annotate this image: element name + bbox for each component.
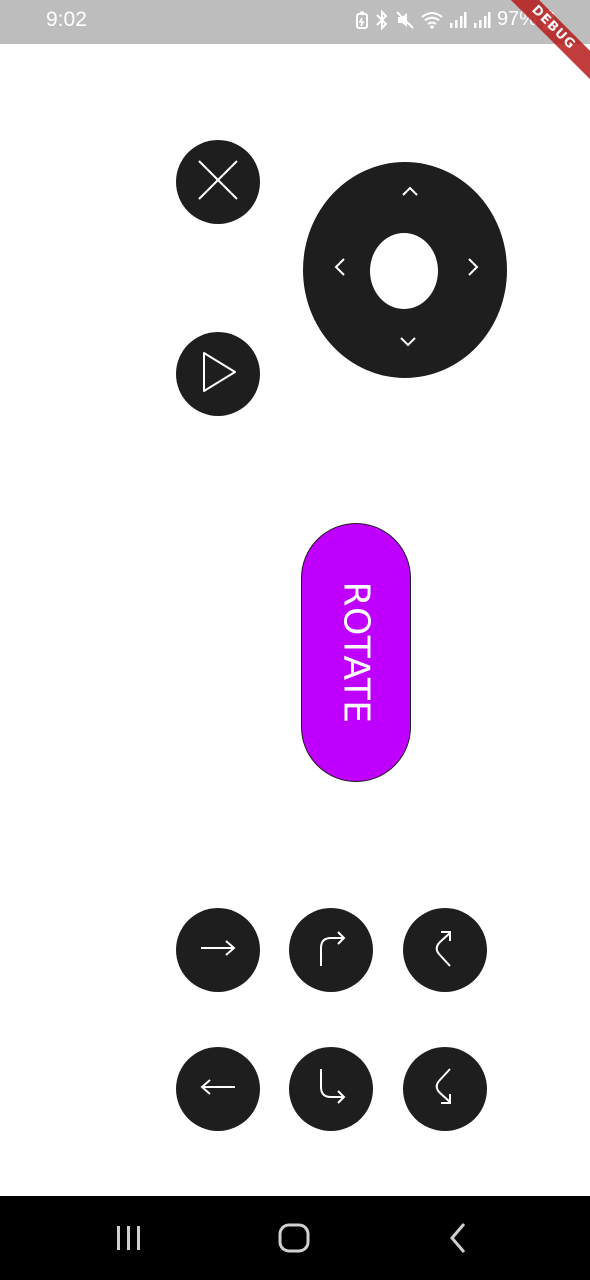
navigation-bar (0, 1196, 590, 1280)
chevron-down-icon (399, 335, 417, 353)
rotate-clockwise-icon (430, 926, 460, 975)
move-right-button[interactable] (176, 908, 260, 992)
dpad-down-button[interactable] (393, 329, 423, 359)
home-icon (276, 1223, 312, 1262)
move-left-button[interactable] (176, 1047, 260, 1131)
turn-down-right-icon (311, 1065, 351, 1114)
wifi-icon (421, 11, 443, 29)
battery-saver-icon (355, 11, 369, 29)
rotate-clockwise-button[interactable] (403, 908, 487, 992)
turn-right-button[interactable] (289, 908, 373, 992)
home-button[interactable] (276, 1218, 312, 1263)
arrow-left-icon (198, 1075, 238, 1104)
dpad (303, 162, 507, 378)
close-icon (195, 157, 241, 208)
play-button[interactable] (176, 332, 260, 416)
dpad-right-button[interactable] (458, 254, 488, 284)
chevron-left-icon (334, 257, 346, 282)
recent-apps-button[interactable] (113, 1218, 145, 1263)
arrow-right-icon (198, 936, 238, 965)
back-icon (446, 1223, 470, 1262)
recent-apps-icon (113, 1226, 145, 1262)
rotate-label: ROTATE (335, 581, 377, 724)
dpad-center-button[interactable] (370, 233, 438, 309)
mute-icon (395, 10, 415, 30)
rotate-counterclockwise-icon (430, 1065, 460, 1114)
chevron-up-icon (401, 184, 419, 202)
chevron-right-icon (467, 257, 479, 282)
bluetooth-icon (375, 9, 389, 30)
status-time: 9:02 (46, 8, 87, 31)
rotate-button[interactable]: ROTATE (301, 523, 411, 782)
dpad-up-button[interactable] (395, 178, 425, 208)
back-button[interactable] (446, 1218, 470, 1263)
signal-icon (473, 11, 491, 29)
signal-icon (449, 11, 467, 29)
close-button[interactable] (176, 140, 260, 224)
play-icon (196, 350, 240, 399)
status-bar: 9:02 97% (0, 0, 590, 44)
rotate-counterclockwise-button[interactable] (403, 1047, 487, 1131)
turn-right-icon (311, 926, 351, 975)
dpad-left-button[interactable] (325, 254, 355, 284)
turn-down-right-button[interactable] (289, 1047, 373, 1131)
